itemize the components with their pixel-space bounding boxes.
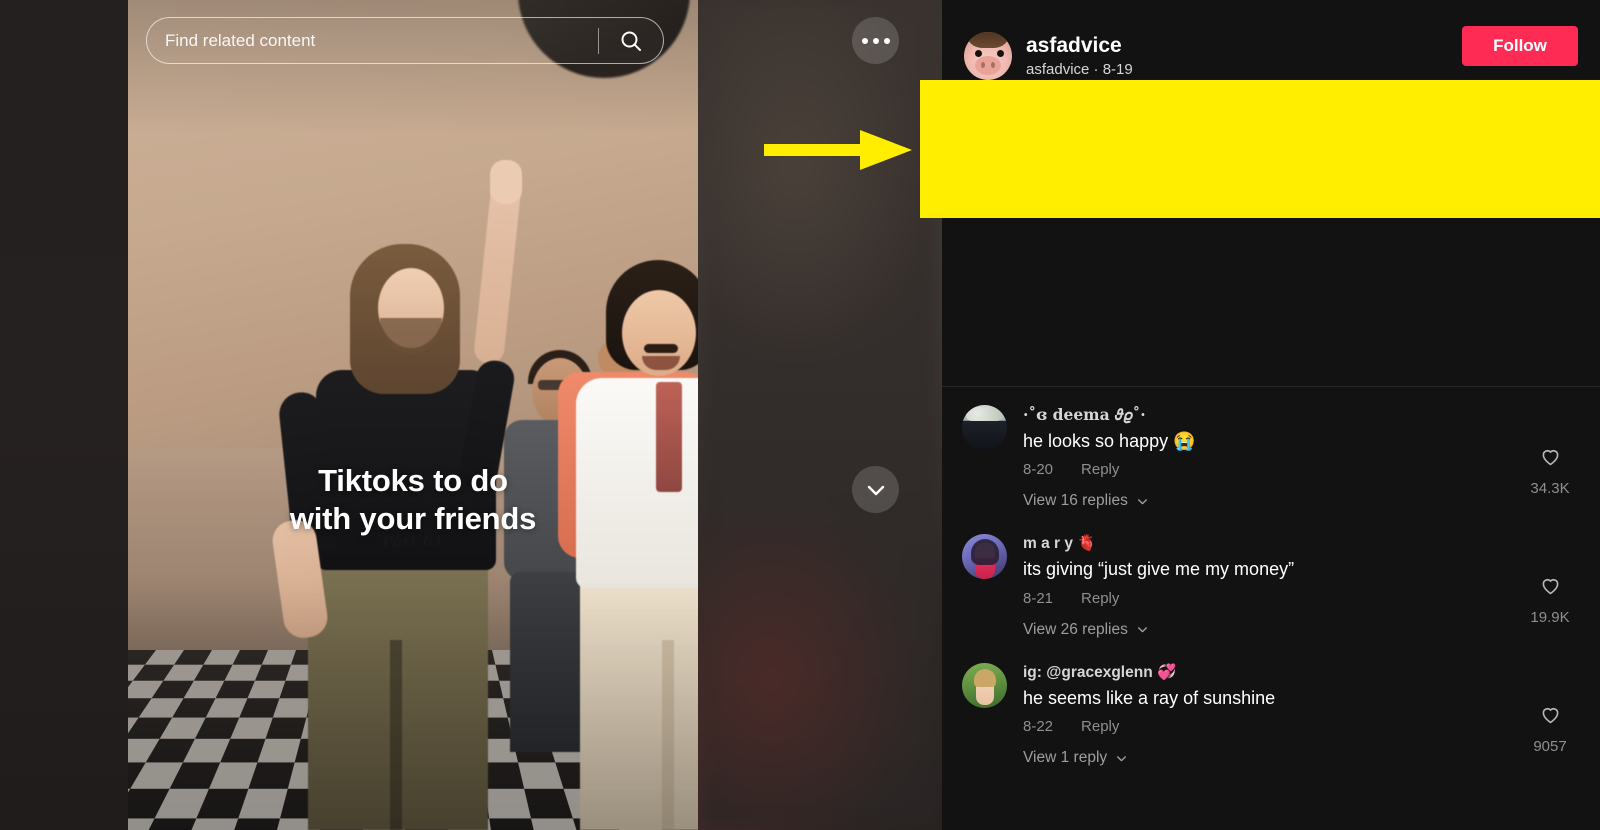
chevron-down-icon bbox=[867, 485, 884, 495]
video-person-1-hand bbox=[490, 160, 522, 204]
comments-list[interactable]: ·˚ɞ deema 𝜗𝜚˚· he looks so happy 😭 8-20 … bbox=[962, 405, 1600, 830]
view-replies-button[interactable]: View 16 replies bbox=[1023, 492, 1578, 510]
heart-outline-icon bbox=[1542, 450, 1558, 466]
video-overlay-line-1: Tiktoks to do bbox=[318, 463, 508, 498]
video-text-overlay: Tiktoks to do with your friends bbox=[128, 462, 698, 539]
view-replies-label: View 26 replies bbox=[1023, 620, 1128, 638]
author-handle-date: asfadvice · 8-19 bbox=[1026, 61, 1133, 79]
commenter-avatar[interactable] bbox=[962, 405, 1007, 450]
commenter-avatar[interactable] bbox=[962, 534, 1007, 580]
comment-date: 8-22 bbox=[1023, 718, 1054, 736]
comment-like-count: 19.9K bbox=[1530, 609, 1570, 627]
annotation-highlight-box bbox=[920, 80, 1600, 218]
comment-like-button[interactable]: 19.9K bbox=[1522, 574, 1578, 626]
view-replies-label: View 1 reply bbox=[1023, 749, 1108, 767]
video-overlay-subtitle: Part 61 bbox=[382, 534, 444, 550]
commenter-name[interactable]: m a r y 🫀 bbox=[1023, 534, 1578, 553]
ellipsis-icon bbox=[861, 37, 890, 44]
commenter-name[interactable]: ·˚ɞ deema 𝜗𝜚˚· bbox=[1023, 405, 1578, 425]
comment-text: he looks so happy 😭 bbox=[1023, 431, 1196, 451]
chevron-down-icon bbox=[1117, 755, 1127, 762]
author-avatar[interactable] bbox=[964, 32, 1012, 80]
comment-like-button[interactable]: 34.3K bbox=[1522, 445, 1578, 497]
annotation-arrow bbox=[764, 130, 912, 170]
comment-date: 8-21 bbox=[1023, 589, 1054, 607]
video-person-4-mustache bbox=[644, 344, 678, 353]
comment-item: ig: @gracexglenn 💞 he seems like a ray o… bbox=[962, 662, 1600, 767]
author-name[interactable]: asfadvice bbox=[1026, 34, 1133, 58]
next-video-button[interactable] bbox=[852, 466, 899, 513]
follow-button[interactable]: Follow bbox=[1462, 26, 1578, 66]
video-person-4-pants bbox=[580, 570, 698, 830]
comment-text: its giving “just give me my money” bbox=[1023, 559, 1295, 580]
tabs-divider bbox=[942, 386, 1600, 387]
comment-item: ·˚ɞ deema 𝜗𝜚˚· he looks so happy 😭 8-20 … bbox=[962, 405, 1600, 510]
video-stage: Tiktoks to do with your friends Part 61 bbox=[0, 0, 942, 830]
find-related-content-bar[interactable] bbox=[146, 17, 664, 64]
right-letterbox bbox=[698, 0, 942, 830]
video-person-1-leg-gap bbox=[390, 640, 402, 830]
view-replies-button[interactable]: View 26 replies bbox=[1023, 621, 1578, 639]
heart-outline-icon bbox=[1542, 579, 1558, 595]
comment-item: m a r y 🫀 its giving “just give me my mo… bbox=[962, 534, 1600, 638]
more-options-button[interactable] bbox=[852, 17, 899, 64]
comment-reply-button[interactable]: Reply bbox=[1081, 590, 1119, 607]
comment-date: 8-20 bbox=[1023, 461, 1054, 479]
chevron-down-icon bbox=[1137, 627, 1147, 633]
comment-like-count: 9057 bbox=[1533, 737, 1567, 755]
commenter-name[interactable]: ig: @gracexglenn 💞 bbox=[1023, 663, 1578, 682]
view-replies-label: View 16 replies bbox=[1023, 492, 1128, 510]
left-letterbox bbox=[0, 0, 128, 830]
view-replies-button[interactable]: View 1 reply bbox=[1023, 749, 1578, 767]
video-person-4-leg-gap bbox=[662, 640, 674, 830]
video-player[interactable]: Tiktoks to do with your friends Part 61 bbox=[128, 0, 698, 830]
search-button[interactable] bbox=[599, 17, 663, 64]
comment-text: he seems like a ray of sunshine bbox=[1023, 687, 1276, 708]
tiktok-video-page: Tiktoks to do with your friends Part 61 bbox=[0, 0, 1600, 830]
comment-reply-button[interactable]: Reply bbox=[1081, 718, 1119, 735]
chevron-down-icon bbox=[1137, 499, 1147, 505]
search-input[interactable] bbox=[147, 30, 598, 51]
commenter-avatar[interactable] bbox=[962, 662, 1007, 708]
comment-reply-button[interactable]: Reply bbox=[1081, 461, 1119, 478]
comment-like-button[interactable]: 9057 bbox=[1522, 703, 1578, 755]
heart-outline-icon bbox=[1542, 707, 1558, 724]
comment-like-count: 34.3K bbox=[1530, 480, 1570, 497]
search-icon bbox=[621, 31, 641, 51]
